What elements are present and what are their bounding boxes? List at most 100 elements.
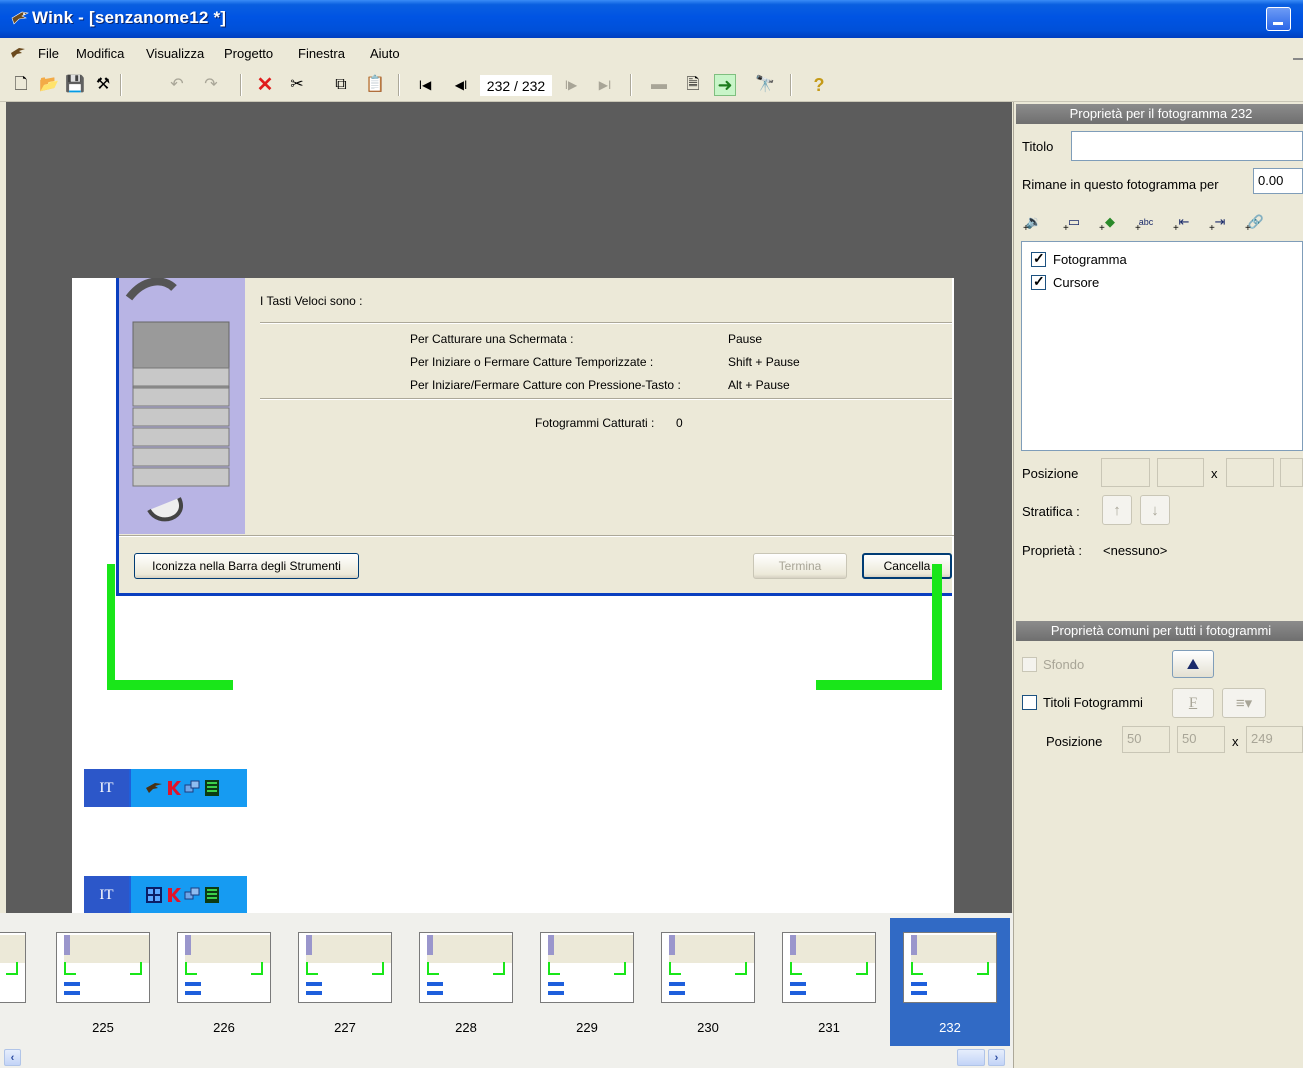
- last-frame-icon[interactable]: ▶I: [594, 74, 616, 96]
- wink-menu-icon[interactable]: [10, 46, 26, 60]
- common-properties-header: Proprietà comuni per tutti i fotogrammi: [1016, 621, 1303, 641]
- language-indicator: IT: [84, 876, 129, 914]
- frame-properties-header: Proprietà per il fotogramma 232: [1016, 104, 1303, 124]
- menu-finestra[interactable]: Finestra: [298, 46, 345, 61]
- titles-pos-x-input[interactable]: 50: [1122, 726, 1170, 753]
- titles-pos-y-input[interactable]: 50: [1177, 726, 1225, 753]
- add-button-next-icon[interactable]: ⇥ +: [1207, 210, 1233, 234]
- frame-canvas[interactable]: I Tasti Veloci sono : Per Catturare una …: [72, 278, 954, 938]
- titles-width-input[interactable]: 249: [1246, 726, 1303, 753]
- height-input[interactable]: [1280, 458, 1303, 487]
- object-properties-label: Proprietà :: [1022, 543, 1082, 558]
- frame-thumbnail[interactable]: [298, 932, 392, 1003]
- redo-icon[interactable]: ↷: [200, 74, 222, 96]
- layer-cursor-label[interactable]: Cursore: [1053, 275, 1099, 290]
- alignment-dropdown-icon[interactable]: ≡▾: [1222, 688, 1266, 718]
- position-x-input[interactable]: [1101, 458, 1150, 487]
- prev-frame-icon[interactable]: ◀I: [450, 74, 472, 96]
- layer-frame-checkbox[interactable]: [1031, 250, 1046, 267]
- frame-thumbnail[interactable]: [0, 932, 26, 1003]
- wink-window: Wink - [senzanome12 *] File Modifica Vis…: [0, 0, 1303, 1068]
- bring-forward-icon[interactable]: ↑: [1102, 495, 1132, 525]
- frame-number: 228: [455, 1020, 477, 1035]
- layering-label: Stratifica :: [1022, 504, 1080, 519]
- toolbar-separator: [630, 74, 632, 96]
- language-indicator: IT: [84, 769, 129, 807]
- minimize-button[interactable]: [1266, 7, 1291, 31]
- toolbar-separator: [240, 74, 242, 96]
- highlight-frame-left: [107, 564, 115, 690]
- send-backward-icon[interactable]: ↓: [1140, 495, 1170, 525]
- layer-cursor-checkbox[interactable]: [1031, 273, 1046, 290]
- copy-icon[interactable]: ⧉: [330, 74, 352, 96]
- frame-title-input[interactable]: [1071, 131, 1303, 161]
- background-image-icon[interactable]: ⛰: [1172, 650, 1214, 678]
- position-y-input[interactable]: [1157, 458, 1204, 487]
- add-link-icon[interactable]: 🔗 +: [1243, 210, 1269, 234]
- wink-tray-icon: [146, 783, 162, 793]
- hotkey-value: Pause: [728, 332, 763, 346]
- frame-thumbnail-selected[interactable]: [903, 932, 997, 1003]
- frame-titles-checkbox[interactable]: [1022, 695, 1037, 710]
- position-label: Posizione: [1022, 466, 1079, 481]
- minimize-to-tray-button[interactable]: Iconizza nella Barra degli Strumenti: [134, 553, 359, 579]
- add-image-icon[interactable]: ▭ +: [1061, 210, 1087, 234]
- width-input[interactable]: [1226, 458, 1274, 487]
- menu-progetto[interactable]: Progetto: [224, 46, 273, 61]
- frame-view-icon[interactable]: ▬: [648, 74, 670, 96]
- first-frame-icon[interactable]: I◀: [414, 74, 436, 96]
- menu-modifica[interactable]: Modifica: [76, 46, 124, 61]
- titles-pos-separator: x: [1232, 734, 1239, 749]
- paste-icon[interactable]: 📋: [364, 74, 386, 96]
- background-label: Sfondo: [1043, 657, 1085, 672]
- layer-frame-label[interactable]: Fotogramma: [1053, 252, 1127, 267]
- menu-visualizza[interactable]: Visualizza: [146, 46, 204, 61]
- add-audio-icon[interactable]: 🔉 +: [1021, 210, 1047, 234]
- filmstrip: 225 226 227 228 229 230 231 232: [0, 913, 1013, 1046]
- menu-file[interactable]: File: [38, 46, 59, 61]
- captured-dialog: I Tasti Veloci sono : Per Catturare una …: [116, 278, 954, 596]
- layers-list: Fotogramma Cursore: [1021, 241, 1303, 451]
- toolbar-separator: [790, 74, 792, 96]
- finish-button[interactable]: Termina: [753, 553, 847, 579]
- save-icon[interactable]: 💾: [64, 74, 86, 96]
- frame-thumbnail[interactable]: [56, 932, 150, 1003]
- add-shape-icon[interactable]: ◆ +: [1097, 210, 1123, 234]
- background-checkbox[interactable]: [1022, 657, 1037, 672]
- filmstrip-scrollbar[interactable]: ‹ ›: [0, 1046, 1013, 1068]
- frame-counter[interactable]: 232 / 232: [480, 75, 552, 96]
- go-arrow-icon[interactable]: ➜: [714, 74, 736, 96]
- next-frame-icon[interactable]: I▶: [560, 74, 582, 96]
- frame-thumbnail[interactable]: [661, 932, 755, 1003]
- open-folder-icon[interactable]: 📂: [38, 74, 60, 96]
- scroll-left-icon[interactable]: ‹: [4, 1049, 21, 1066]
- frame-thumbnail[interactable]: [177, 932, 271, 1003]
- render-icon[interactable]: 🗎: [682, 74, 704, 96]
- font-button[interactable]: F: [1172, 688, 1214, 718]
- window-grid-icon: [146, 887, 162, 903]
- hotkeys-heading: I Tasti Veloci sono :: [260, 294, 363, 308]
- cut-icon[interactable]: ✂: [286, 74, 308, 96]
- frames-captured-value: 0: [676, 416, 683, 430]
- scrollbar-thumb[interactable]: [957, 1049, 985, 1066]
- wizard-icon[interactable]: ⚒: [92, 74, 114, 96]
- preview-binoculars-icon[interactable]: 🔭: [754, 74, 776, 96]
- delete-icon[interactable]: ✕: [254, 74, 276, 96]
- help-icon[interactable]: ?: [808, 74, 830, 96]
- frames-captured-label: Fotogrammi Catturati :: [535, 416, 655, 430]
- undo-icon[interactable]: ↶: [166, 74, 188, 96]
- frame-thumbnail[interactable]: [782, 932, 876, 1003]
- frame-thumbnail[interactable]: [419, 932, 513, 1003]
- toolbar-separator: [120, 74, 122, 96]
- menu-aiuto[interactable]: Aiuto: [370, 46, 400, 61]
- frame-workspace: I Tasti Veloci sono : Per Catturare una …: [6, 102, 1012, 938]
- add-button-back-icon[interactable]: ⇤ +: [1171, 210, 1197, 234]
- add-text-box-icon[interactable]: abc +: [1133, 210, 1159, 234]
- hotkey-label: Per Iniziare o Fermare Catture Temporizz…: [410, 355, 654, 369]
- taskbar-snippet: IT: [84, 876, 247, 914]
- scroll-right-icon[interactable]: ›: [988, 1049, 1005, 1066]
- divider: [260, 322, 952, 324]
- new-file-icon[interactable]: 🗋: [10, 74, 32, 96]
- stay-duration-input[interactable]: 0.00: [1253, 168, 1303, 194]
- frame-thumbnail[interactable]: [540, 932, 634, 1003]
